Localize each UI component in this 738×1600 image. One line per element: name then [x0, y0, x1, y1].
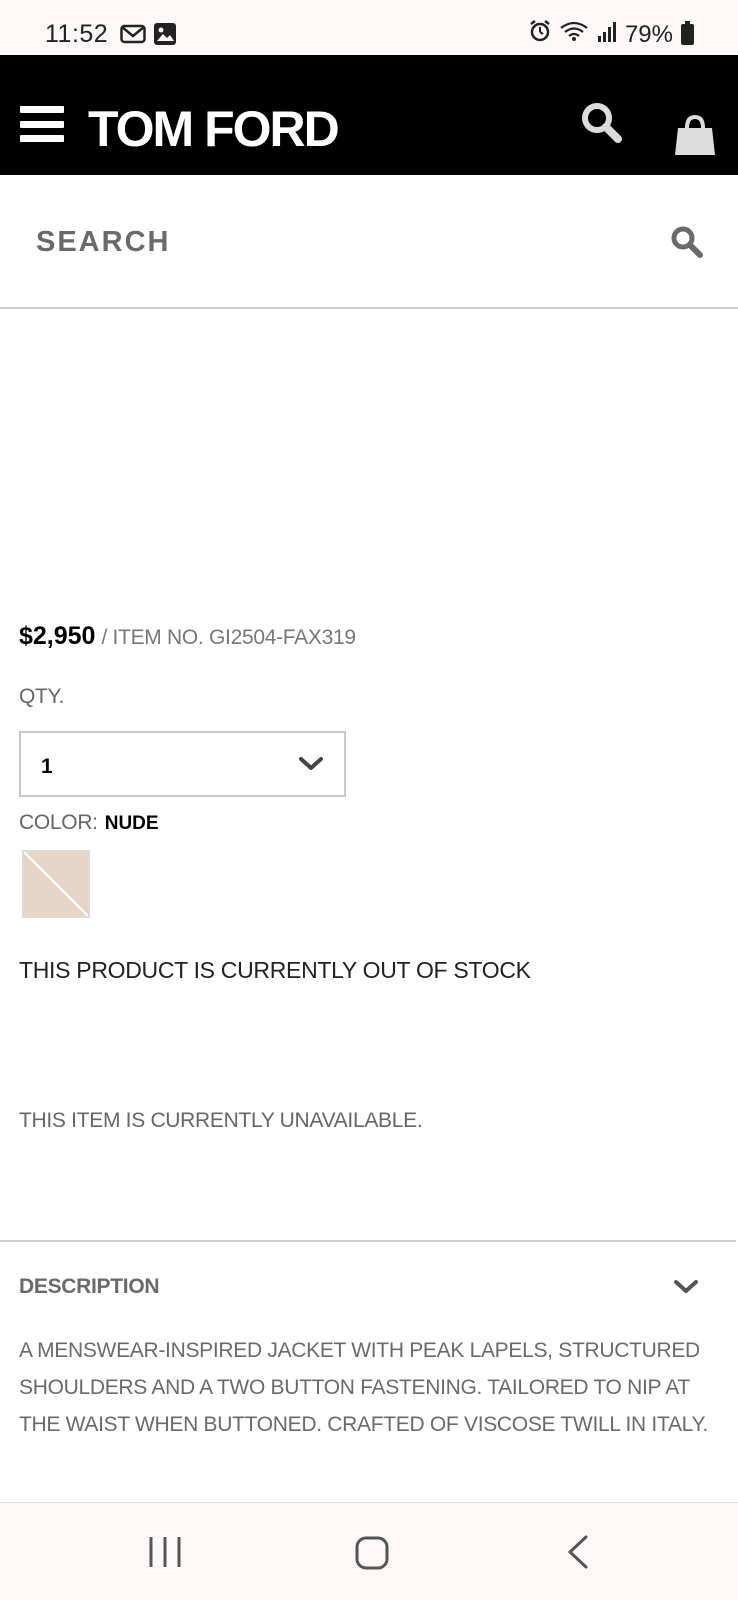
quantity-value: 1 — [41, 755, 53, 778]
search-icon[interactable] — [580, 101, 624, 150]
price-line: $2,950 / ITEM NO. GI2504-FAX319 — [19, 622, 356, 651]
chevron-down-icon — [298, 755, 324, 778]
site-header: TOM FORD — [0, 55, 738, 175]
qty-label: QTY. — [19, 685, 65, 708]
search-icon[interactable] — [670, 225, 704, 264]
description-toggle[interactable]: DESCRIPTION — [0, 1242, 738, 1324]
signal-icon — [597, 21, 617, 49]
search-input[interactable]: SEARCH — [36, 226, 170, 259]
brand-logo[interactable]: TOM FORD — [88, 100, 340, 158]
menu-icon[interactable] — [20, 106, 64, 142]
quantity-select[interactable]: 1 — [19, 731, 346, 797]
description-text: A MENSWEAR-INSPIRED JACKET WITH PEAK LAP… — [19, 1339, 708, 1436]
system-nav-bar — [0, 1502, 738, 1600]
stock-status: THIS PRODUCT IS CURRENTLY OUT OF STOCK — [19, 957, 531, 983]
color-value: NUDE — [104, 813, 159, 834]
status-bar: 11:52 79% — [0, 0, 738, 55]
home-icon[interactable] — [355, 1536, 389, 1575]
battery-icon — [681, 21, 694, 45]
color-label: COLOR: — [19, 811, 98, 834]
chevron-down-icon[interactable] — [673, 1278, 699, 1301]
color-line: COLOR: NUDE — [19, 811, 159, 835]
wifi-icon — [559, 20, 589, 49]
shopping-bag-icon[interactable] — [674, 114, 716, 161]
availability-message: THIS ITEM IS CURRENTLY UNAVAILABLE. — [19, 1109, 423, 1132]
recents-icon[interactable] — [148, 1535, 182, 1574]
search-bar[interactable]: SEARCH — [0, 175, 738, 309]
image-icon — [154, 23, 176, 50]
alarm-icon — [529, 20, 551, 49]
gmail-icon — [120, 24, 146, 49]
item-number: / ITEM NO. GI2504-FAX319 — [101, 626, 356, 649]
status-system-icons: 79% — [529, 20, 694, 49]
color-swatch-nude[interactable] — [22, 850, 90, 918]
description-title: DESCRIPTION — [19, 1275, 160, 1298]
status-time: 11:52 — [45, 20, 109, 48]
battery-percent: 79% — [624, 20, 673, 48]
product-price: $2,950 — [19, 622, 96, 650]
back-icon[interactable] — [566, 1535, 590, 1574]
status-notification-icons — [120, 23, 176, 50]
